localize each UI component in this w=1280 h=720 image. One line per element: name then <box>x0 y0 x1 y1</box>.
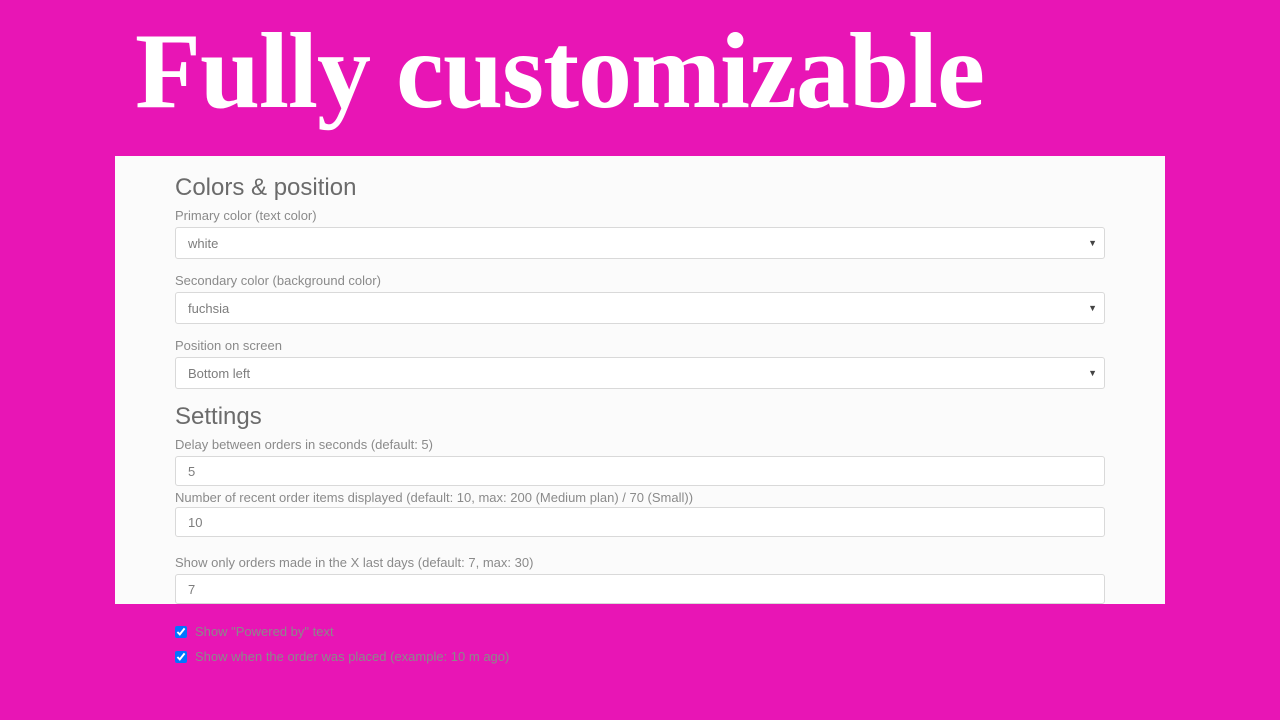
section-settings-heading: Settings <box>175 403 1105 431</box>
show-placed-checkbox[interactable] <box>175 651 187 663</box>
settings-panel: Colors & position Primary color (text co… <box>115 156 1165 604</box>
secondary-color-label: Secondary color (background color) <box>175 273 1105 288</box>
days-input[interactable] <box>175 574 1105 604</box>
position-select[interactable]: Bottom left <box>175 357 1105 389</box>
show-powered-label[interactable]: Show "Powered by" text <box>195 624 334 639</box>
delay-label: Delay between orders in seconds (default… <box>175 437 1105 452</box>
hero-title: Fully customizable <box>0 0 1280 126</box>
items-input[interactable] <box>175 507 1105 537</box>
secondary-color-select[interactable]: fuchsia <box>175 292 1105 324</box>
delay-input[interactable] <box>175 456 1105 486</box>
section-colors-heading: Colors & position <box>175 174 1105 202</box>
primary-color-select[interactable]: white <box>175 227 1105 259</box>
items-label: Number of recent order items displayed (… <box>175 490 1105 505</box>
show-powered-checkbox[interactable] <box>175 626 187 638</box>
primary-color-label: Primary color (text color) <box>175 208 1105 223</box>
show-placed-label[interactable]: Show when the order was placed (example:… <box>195 649 509 664</box>
position-label: Position on screen <box>175 338 1105 353</box>
days-label: Show only orders made in the X last days… <box>175 555 1105 570</box>
